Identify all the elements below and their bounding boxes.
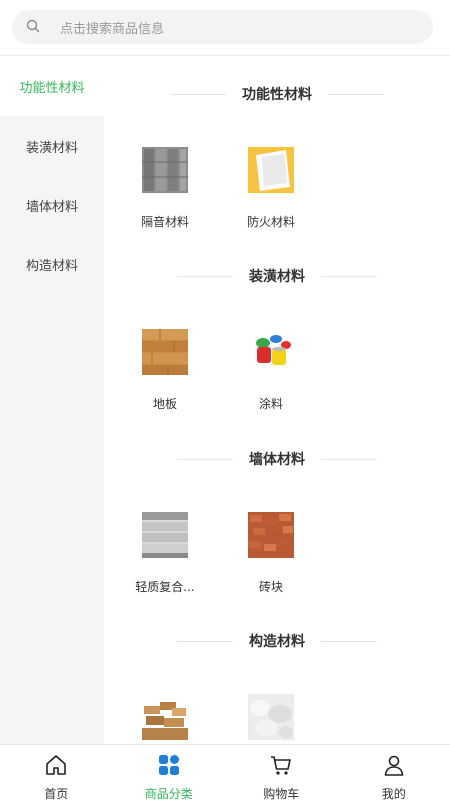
product-image bbox=[248, 512, 294, 558]
search-icon bbox=[26, 18, 40, 37]
home-icon bbox=[44, 753, 68, 781]
product-name: 地板 bbox=[152, 397, 177, 411]
category-sidebar: 功能性材料 装潢材料 墙体材料 构造材料 bbox=[0, 56, 104, 744]
user-icon bbox=[382, 753, 406, 781]
tab-label: 商品分类 bbox=[144, 787, 193, 800]
search-input[interactable]: 点击搜索商品信息 bbox=[60, 18, 164, 37]
tab-label: 首页 bbox=[44, 787, 69, 800]
section-title: 功能性材料 bbox=[104, 84, 450, 104]
sidebar-item-decoration[interactable]: 装潢材料 bbox=[0, 116, 104, 176]
product-name: 防火材料 bbox=[246, 215, 295, 229]
product-item[interactable] bbox=[231, 694, 311, 744]
product-item[interactable]: 涂料 bbox=[231, 329, 311, 412]
product-image bbox=[142, 147, 188, 193]
cart-icon bbox=[269, 753, 293, 781]
product-item[interactable]: 轻质复合... bbox=[125, 512, 205, 595]
tab-profile[interactable]: 我的 bbox=[338, 745, 450, 800]
product-image bbox=[142, 694, 188, 740]
section-title: 装潢材料 bbox=[104, 266, 450, 286]
section-title: 墙体材料 bbox=[104, 449, 450, 469]
product-image bbox=[248, 694, 294, 740]
tab-home[interactable]: 首页 bbox=[0, 745, 113, 800]
search-area: 点击搜索商品信息 bbox=[0, 0, 450, 56]
category-icon bbox=[157, 753, 181, 781]
product-image bbox=[142, 329, 188, 375]
product-item[interactable]: 地板 bbox=[125, 329, 205, 412]
product-item[interactable]: 防火材料 bbox=[231, 147, 311, 230]
product-item[interactable]: 砖块 bbox=[231, 512, 311, 595]
product-name: 涂料 bbox=[258, 397, 283, 411]
section-title: 构造材料 bbox=[104, 631, 450, 651]
bottom-tab-bar: 首页 商品分类 购物车 我的 bbox=[0, 744, 450, 800]
product-item[interactable] bbox=[125, 694, 205, 744]
tab-label: 我的 bbox=[381, 787, 406, 800]
product-name: 隔音材料 bbox=[140, 215, 189, 229]
sidebar-item-structural[interactable]: 构造材料 bbox=[0, 234, 104, 294]
product-name: 砖块 bbox=[258, 580, 283, 594]
tab-cart[interactable]: 购物车 bbox=[225, 745, 338, 800]
product-image bbox=[248, 329, 294, 375]
product-item[interactable]: 隔音材料 bbox=[125, 147, 205, 230]
product-name: 轻质复合... bbox=[135, 580, 195, 594]
tab-category[interactable]: 商品分类 bbox=[113, 745, 226, 800]
product-image bbox=[248, 147, 294, 193]
product-image bbox=[142, 512, 188, 558]
sidebar-item-functional[interactable]: 功能性材料 bbox=[0, 56, 104, 116]
sidebar-item-wall[interactable]: 墙体材料 bbox=[0, 175, 104, 235]
search-box[interactable]: 点击搜索商品信息 bbox=[12, 10, 433, 44]
product-content: 功能性材料 隔音材料 防火材料 装潢材料 地板 涂料 墙体材料 轻质复合... … bbox=[104, 56, 450, 744]
tab-label: 购物车 bbox=[263, 787, 300, 800]
